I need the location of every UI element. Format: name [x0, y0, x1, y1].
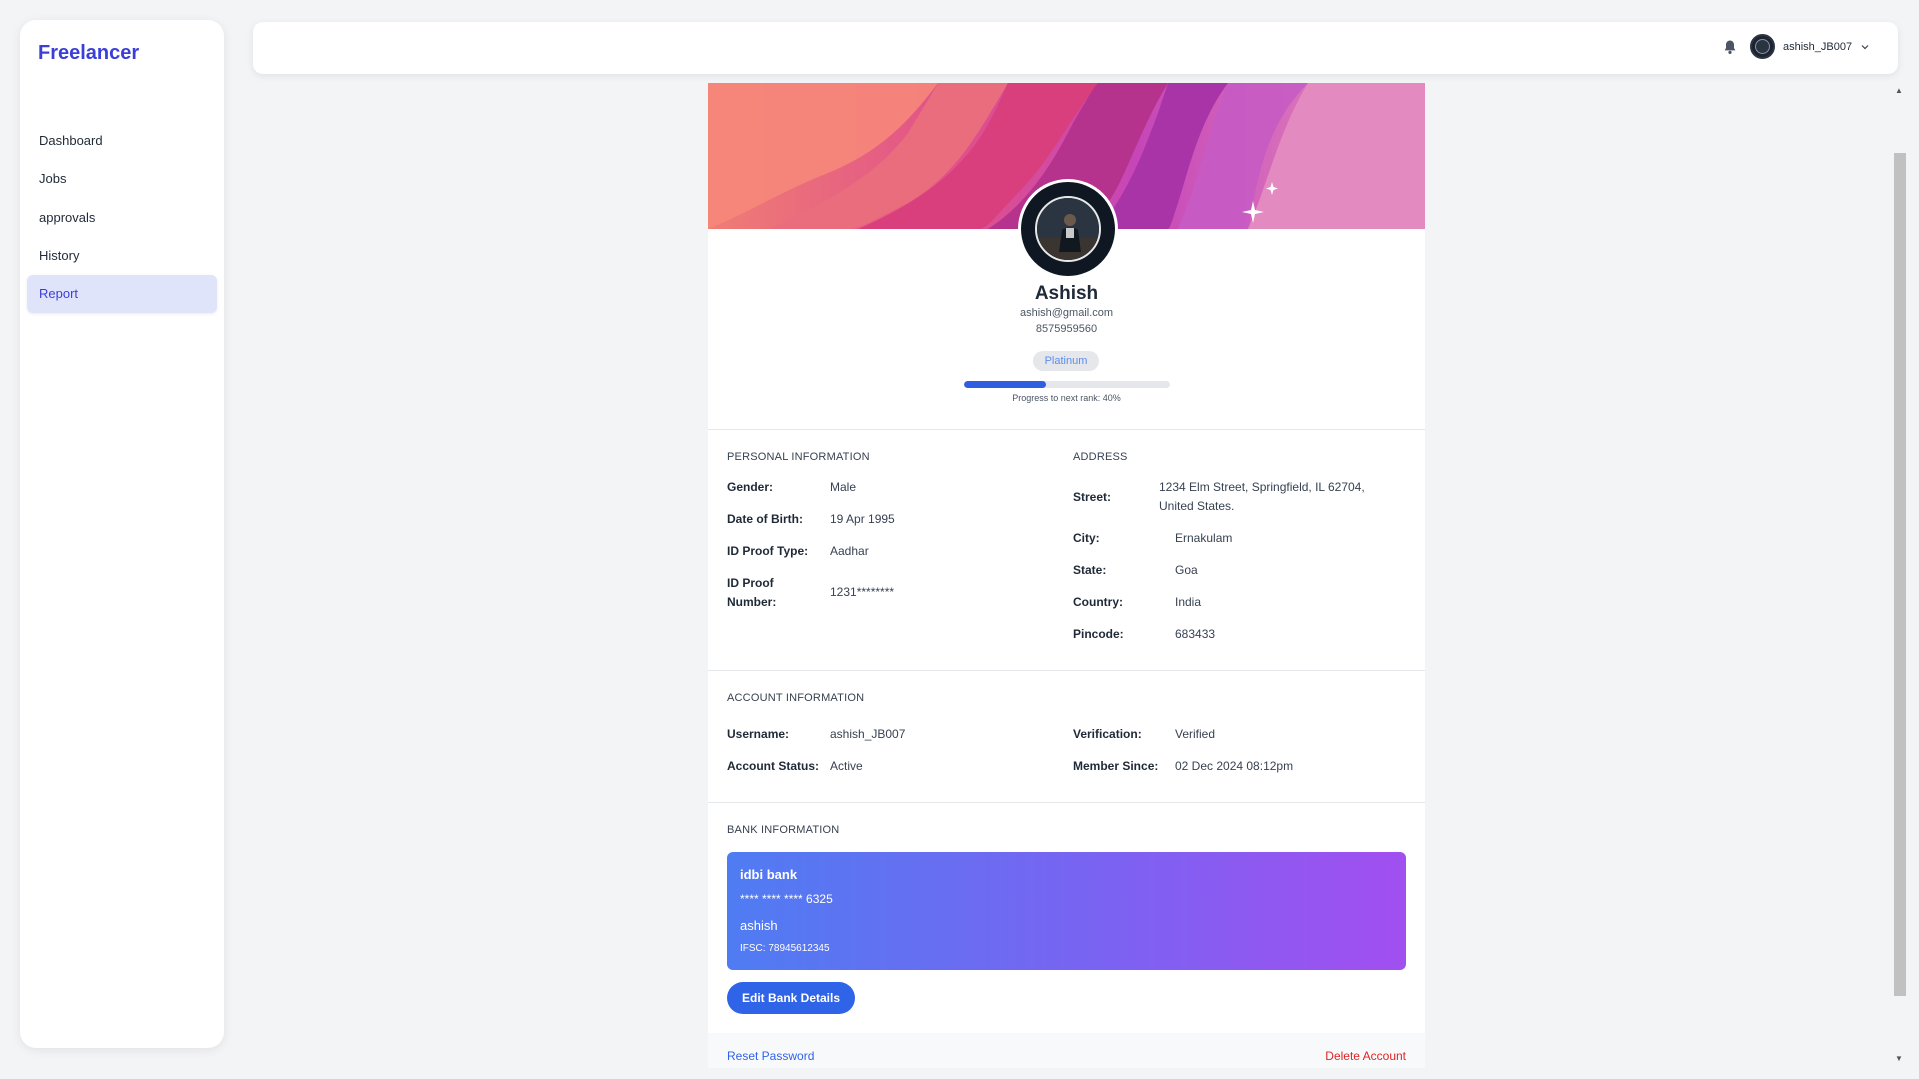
header-username: ashish_JB007	[1783, 40, 1853, 53]
verification-label: Verification:	[1073, 727, 1142, 741]
address-title: ADDRESS	[1073, 451, 1128, 463]
username-label: Username:	[727, 727, 790, 741]
account-status-value: Active	[830, 759, 863, 773]
gender-value: Male	[830, 480, 857, 494]
avatar-image	[1037, 198, 1099, 260]
sidebar-item-report[interactable]: Report	[27, 275, 217, 314]
bank-ifsc: IFSC: 78945612345	[740, 943, 830, 954]
rank-badge: Platinum	[1033, 351, 1099, 371]
personal-info-title: PERSONAL INFORMATION	[727, 451, 870, 463]
sidebar-nav: Dashboard Jobs approvals History Report	[27, 122, 217, 314]
divider	[708, 670, 1425, 671]
scroll-up-arrow-icon[interactable]: ▲	[1895, 86, 1903, 95]
scroll-down-arrow-icon[interactable]: ▼	[1895, 1054, 1903, 1063]
user-menu[interactable]: ashish_JB007	[1750, 34, 1870, 59]
state-label: State:	[1073, 563, 1107, 577]
id-type-value: Aadhar	[830, 544, 869, 558]
scrollbar-thumb[interactable]	[1894, 153, 1906, 996]
pincode-label: Pincode:	[1073, 627, 1124, 641]
rank-progress-fill	[964, 381, 1047, 388]
sidebar-item-history[interactable]: History	[27, 237, 217, 275]
avatar	[1750, 34, 1775, 59]
dob-value: 19 Apr 1995	[830, 512, 895, 526]
pincode-value: 683433	[1175, 627, 1216, 641]
bank-holder-name: ashish	[740, 918, 778, 933]
profile-avatar	[1018, 179, 1118, 279]
username-value: ashish_JB007	[830, 727, 906, 741]
sidebar-item-jobs[interactable]: Jobs	[27, 160, 217, 198]
profile-name: Ashish	[1034, 283, 1099, 304]
dob-label: Date of Birth:	[727, 512, 803, 526]
divider	[708, 429, 1425, 430]
brand-logo[interactable]: Freelancer	[38, 42, 139, 65]
street-value-line2: United States.	[1159, 499, 1235, 513]
id-number-value: 1231********	[830, 585, 895, 599]
delete-account-link[interactable]: Delete Account	[1325, 1049, 1406, 1063]
profile-card: Ashish ashish@gmail.com 8575959560 Plati…	[708, 83, 1425, 1068]
id-number-label-line2: Number:	[727, 595, 777, 609]
account-status-label: Account Status:	[727, 759, 820, 773]
bank-info-title: BANK INFORMATION	[727, 824, 840, 836]
city-value: Ernakulam	[1175, 531, 1233, 545]
profile-phone: 8575959560	[1035, 323, 1098, 335]
reset-password-link[interactable]: Reset Password	[727, 1049, 814, 1063]
sidebar-item-approvals[interactable]: approvals	[27, 199, 217, 237]
edit-bank-details-button[interactable]: Edit Bank Details	[727, 982, 855, 1014]
country-value: India	[1175, 595, 1202, 609]
sidebar: Freelancer Dashboard Jobs approvals Hist…	[20, 20, 224, 1048]
member-since-label: Member Since:	[1073, 759, 1159, 773]
profile-email: ashish@gmail.com	[1019, 307, 1114, 319]
bell-icon[interactable]	[1723, 39, 1737, 55]
verification-value: Verified	[1175, 727, 1216, 741]
chevron-down-icon[interactable]	[1860, 42, 1870, 52]
rank-progress-label: Progress to next rank: 40%	[1012, 393, 1121, 403]
id-number-label-line1: ID Proof	[727, 576, 774, 590]
bank-card: idbi bank **** **** **** 6325 ashish IFS…	[727, 852, 1406, 970]
gender-label: Gender:	[727, 480, 774, 494]
country-label: Country:	[1073, 595, 1123, 609]
member-since-value: 02 Dec 2024 08:12pm	[1175, 759, 1294, 773]
top-header: ashish_JB007	[253, 22, 1898, 74]
bank-card-number: **** **** **** 6325	[740, 892, 833, 906]
id-type-label: ID Proof Type:	[727, 544, 809, 558]
sidebar-item-dashboard[interactable]: Dashboard	[27, 122, 217, 160]
account-info-title: ACCOUNT INFORMATION	[727, 692, 865, 704]
street-value-line1: 1234 Elm Street, Springfield, IL 62704,	[1159, 480, 1365, 494]
state-value: Goa	[1175, 563, 1198, 577]
divider	[708, 802, 1425, 803]
rank-progress-bar	[964, 381, 1170, 388]
card-footer	[708, 1033, 1425, 1068]
city-label: City:	[1073, 531, 1100, 545]
bank-name: idbi bank	[740, 867, 798, 882]
street-label: Street:	[1073, 490, 1112, 504]
